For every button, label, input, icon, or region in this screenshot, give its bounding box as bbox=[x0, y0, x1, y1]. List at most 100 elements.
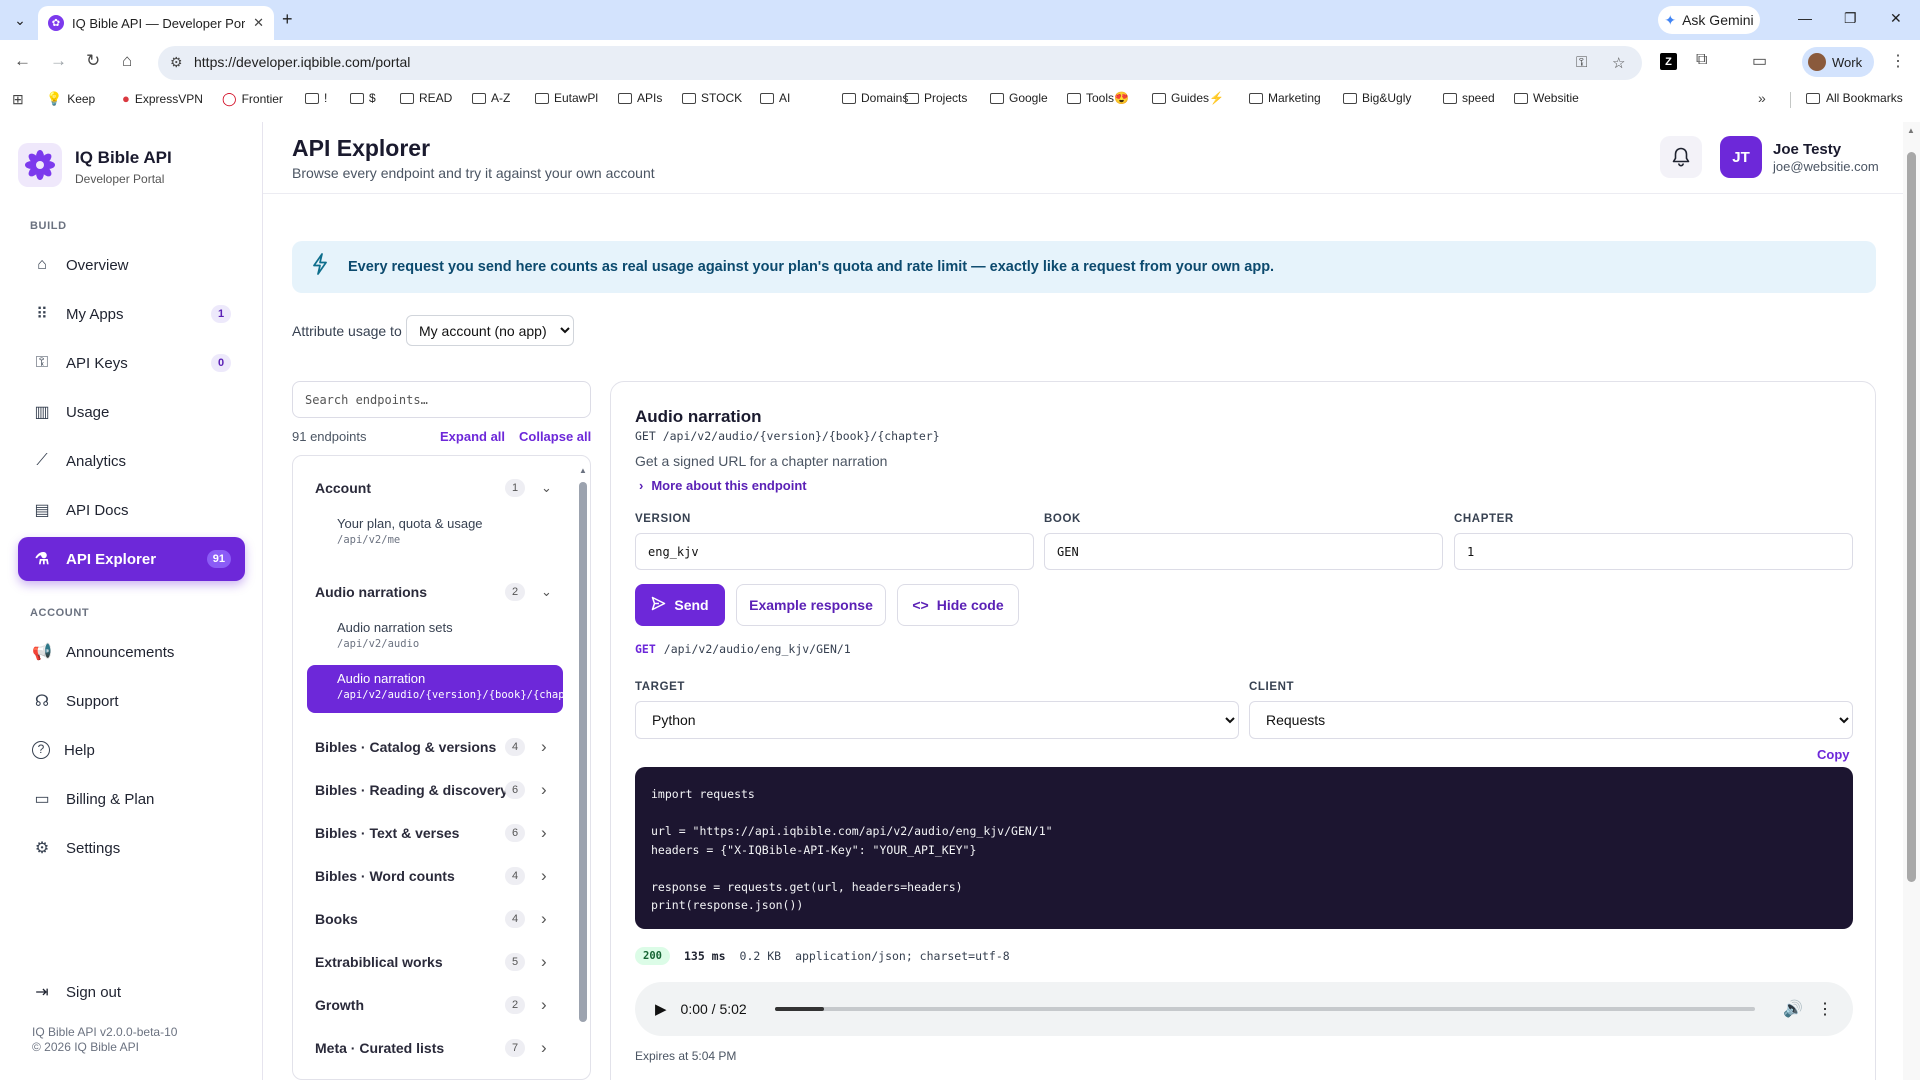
all-bookmarks-button[interactable]: All Bookmarks bbox=[1806, 91, 1903, 105]
tab-close-icon[interactable]: ✕ bbox=[253, 15, 264, 31]
password-key-icon[interactable]: ⚿ bbox=[1576, 54, 1587, 71]
bookmark-item[interactable]: Google bbox=[990, 91, 1048, 105]
bookmark-item[interactable]: EutawPl bbox=[535, 91, 598, 105]
endpoint-group-header[interactable]: Audio narrations 2 ⌄ bbox=[315, 582, 555, 602]
sidebar-item-api-keys[interactable]: ⚿ API Keys 0 bbox=[18, 341, 245, 385]
audio-menu-icon[interactable]: ⋮ bbox=[1817, 999, 1833, 1019]
bookmark-item[interactable]: speed bbox=[1443, 91, 1495, 105]
endpoint-group-header[interactable]: Extrabiblical works 5 › bbox=[315, 952, 555, 972]
sidebar-item-usage[interactable]: ▥ Usage bbox=[18, 390, 245, 434]
bookmarks-overflow-icon[interactable]: » bbox=[1758, 90, 1766, 106]
attribute-usage-select[interactable]: My account (no app) bbox=[406, 315, 574, 346]
endpoint-list-item[interactable]: Audio narration/api/v2/audio/{version}/{… bbox=[307, 665, 563, 713]
profile-button[interactable]: Work bbox=[1802, 47, 1874, 77]
play-icon[interactable]: ▶ bbox=[655, 1000, 667, 1018]
sidebar-item-settings[interactable]: ⚙ Settings bbox=[18, 826, 245, 870]
home-icon[interactable]: ⌂ bbox=[122, 51, 132, 71]
restore-icon[interactable]: ❐ bbox=[1844, 10, 1857, 27]
audio-seek-bar[interactable] bbox=[774, 1007, 1756, 1011]
notifications-bell-icon[interactable] bbox=[1660, 136, 1702, 178]
endpoint-group-header[interactable]: Bibles · Text & verses 6 › bbox=[315, 823, 555, 843]
endpoint-list-scroll-thumb[interactable] bbox=[579, 482, 587, 1022]
more-about-endpoint-toggle[interactable]: › More about this endpoint bbox=[639, 478, 807, 493]
bookmark-item[interactable]: ! bbox=[305, 91, 327, 105]
sidebar-item-analytics[interactable]: ⟋ Analytics bbox=[18, 439, 245, 483]
sidebar-item-billing-plan[interactable]: ▭ Billing & Plan bbox=[18, 777, 245, 821]
site-info-icon[interactable]: ⚙ bbox=[170, 54, 183, 71]
scroll-up-arrow-icon[interactable]: ▲ bbox=[579, 466, 587, 475]
sidebar-item-overview[interactable]: ⌂ Overview bbox=[18, 243, 245, 287]
endpoint-group-header[interactable]: Bibles · Reading & discovery 6 › bbox=[315, 780, 555, 800]
new-tab-icon[interactable]: + bbox=[282, 9, 293, 30]
bookmark-item[interactable]: ◯ Frontier bbox=[222, 91, 283, 107]
bookmark-item[interactable]: $ bbox=[350, 91, 376, 105]
endpoint-group-header[interactable]: Meta · Curated lists 7 › bbox=[315, 1038, 555, 1058]
bookmark-item[interactable]: Websitie bbox=[1514, 91, 1579, 105]
apps-grid-icon[interactable]: ⊞ bbox=[12, 91, 24, 108]
sidebar-item-announcements[interactable]: 📢 Announcements bbox=[18, 630, 245, 674]
sidebar-item-help[interactable]: ? Help bbox=[18, 728, 245, 772]
address-bar[interactable]: ⚙ https://developer.iqbible.com/portal ⚿… bbox=[158, 46, 1642, 80]
user-avatar[interactable]: JT bbox=[1720, 136, 1762, 178]
bookmark-item[interactable]: Marketing bbox=[1249, 91, 1321, 105]
cast-icon[interactable]: ▭ bbox=[1752, 51, 1767, 71]
volume-icon[interactable]: 🔊 bbox=[1783, 999, 1803, 1019]
url-text[interactable]: https://developer.iqbible.com/portal bbox=[194, 54, 410, 70]
back-icon[interactable]: ← bbox=[14, 51, 31, 71]
send-button[interactable]: Send bbox=[635, 584, 725, 626]
bookmark-item[interactable]: Tools😍 bbox=[1067, 91, 1129, 105]
page-scrollbar[interactable]: ▲ bbox=[1903, 122, 1920, 1080]
bookmark-item[interactable]: Guides⚡ bbox=[1152, 91, 1224, 105]
endpoint-list-item[interactable]: Your plan, quota & usage/api/v2/me bbox=[307, 510, 563, 558]
extension-z-icon[interactable]: Z bbox=[1660, 53, 1677, 70]
code-snippet[interactable]: import requests url = "https://api.iqbib… bbox=[635, 767, 1853, 929]
endpoint-group-header[interactable]: Bibles · Catalog & versions 4 › bbox=[315, 737, 555, 757]
endpoint-group-header[interactable]: Books 4 › bbox=[315, 909, 555, 929]
version-field[interactable] bbox=[635, 533, 1034, 570]
window-close-icon[interactable]: ✕ bbox=[1890, 10, 1902, 27]
chapter-field[interactable] bbox=[1454, 533, 1853, 570]
extensions-puzzle-icon[interactable]: ⧉ bbox=[1696, 51, 1707, 69]
tab-search-chevron-icon[interactable]: ⌄ bbox=[8, 9, 32, 31]
sidebar-item-support[interactable]: ☊ Support bbox=[18, 679, 245, 723]
bookmark-item[interactable]: READ bbox=[400, 91, 452, 105]
sign-out-button[interactable]: ⇥ Sign out bbox=[18, 972, 121, 1012]
example-response-button[interactable]: Example response bbox=[736, 584, 886, 626]
search-endpoints-input[interactable] bbox=[292, 381, 591, 418]
bookmark-item[interactable]: 💡 Keep bbox=[46, 91, 95, 107]
bookmark-item[interactable]: APIs bbox=[618, 91, 662, 105]
brand-logo-icon[interactable] bbox=[18, 143, 62, 187]
copy-code-button[interactable]: Copy bbox=[1817, 747, 1850, 762]
forward-icon[interactable]: → bbox=[50, 51, 67, 71]
minimize-icon[interactable]: — bbox=[1798, 10, 1812, 26]
target-select[interactable]: Python bbox=[635, 701, 1239, 739]
endpoint-group-header[interactable]: Bibles · Word counts 4 › bbox=[315, 866, 555, 886]
bookmark-item[interactable]: A-Z bbox=[472, 91, 510, 105]
browser-tab[interactable]: ✿ IQ Bible API — Developer Portal ✕ bbox=[38, 6, 274, 40]
endpoint-group-name: Books bbox=[315, 911, 358, 927]
bookmark-item[interactable]: AI bbox=[760, 91, 790, 105]
book-field[interactable] bbox=[1044, 533, 1443, 570]
bookmark-item[interactable]: Big&Ugly bbox=[1343, 91, 1411, 105]
bookmark-item[interactable]: Projects bbox=[905, 91, 967, 105]
client-select[interactable]: Requests bbox=[1249, 701, 1853, 739]
bookmark-item[interactable]: ● ExpressVPN bbox=[122, 91, 203, 106]
endpoint-group-header[interactable]: Growth 2 › bbox=[315, 995, 555, 1015]
sidebar-item-my-apps[interactable]: ⠿ My Apps 1 bbox=[18, 292, 245, 336]
endpoint-list-scrollbar[interactable]: ▲ bbox=[579, 466, 587, 1026]
page-scroll-thumb[interactable] bbox=[1907, 152, 1916, 882]
hide-code-button[interactable]: <> Hide code bbox=[897, 584, 1019, 626]
bookmark-item[interactable]: STOCK bbox=[682, 91, 742, 105]
bookmark-star-icon[interactable]: ☆ bbox=[1612, 54, 1625, 72]
reload-icon[interactable]: ↻ bbox=[86, 51, 100, 71]
endpoint-list-item[interactable]: Audio narration sets/api/v2/audio bbox=[307, 614, 563, 662]
expand-all-button[interactable]: Expand all bbox=[440, 429, 505, 444]
endpoint-group-header[interactable]: Account 1 ⌄ bbox=[315, 478, 555, 498]
bookmark-item[interactable]: Domains bbox=[842, 91, 908, 105]
collapse-all-button[interactable]: Collapse all bbox=[519, 429, 591, 444]
sidebar-item-api-docs[interactable]: ▤ API Docs bbox=[18, 488, 245, 532]
browser-menu-icon[interactable]: ⋮ bbox=[1890, 51, 1906, 71]
ask-gemini-button[interactable]: ✦ Ask Gemini bbox=[1658, 6, 1760, 34]
sidebar-item-api-explorer[interactable]: ⚗ API Explorer 91 bbox=[18, 537, 245, 581]
page-scroll-up-icon[interactable]: ▲ bbox=[1907, 126, 1915, 135]
